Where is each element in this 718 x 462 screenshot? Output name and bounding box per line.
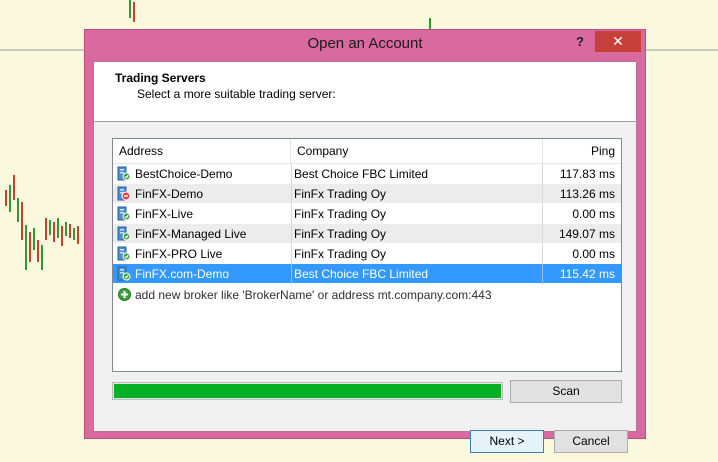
cell-address: FinFX-PRO Live — [135, 247, 223, 261]
cell-ping: 115.42 ms — [559, 267, 615, 281]
column-header-row: Address Company Ping — [113, 139, 621, 164]
cancel-button[interactable]: Cancel — [554, 430, 628, 453]
server-list[interactable]: Address Company Ping BestChoice-Demo Best… — [112, 138, 622, 372]
server-ok-icon — [117, 246, 131, 261]
cell-company: FinFx Trading Oy — [294, 207, 387, 221]
cell-company: Best Choice FBC Limited — [294, 267, 429, 281]
server-ok-icon — [117, 266, 131, 281]
cell-company: FinFx Trading Oy — [294, 187, 387, 201]
column-header-company[interactable]: Company — [291, 139, 543, 163]
table-row[interactable]: FinFX-Live FinFx Trading Oy 0.00 ms — [113, 204, 621, 224]
server-ok-icon — [117, 226, 131, 241]
header-title: Trading Servers — [115, 71, 206, 85]
dialog-title: Open an Account — [307, 35, 423, 52]
server-ok-icon — [117, 166, 131, 181]
table-row[interactable]: BestChoice-Demo Best Choice FBC Limited 11… — [113, 164, 621, 184]
help-button[interactable]: ? — [569, 32, 591, 52]
cell-company: FinFx Trading Oy — [294, 247, 387, 261]
close-button[interactable]: ✕ — [595, 31, 641, 52]
next-button[interactable]: Next > — [470, 430, 544, 453]
scan-button[interactable]: Scan — [510, 380, 622, 403]
table-row[interactable]: FinFX.com-Demo Best Choice FBC Limited 115… — [113, 264, 621, 284]
header-subtitle: Select a more suitable trading server: — [137, 87, 336, 101]
table-row[interactable]: FinFX-PRO Live FinFx Trading Oy 0.00 ms — [113, 244, 621, 264]
scan-progress-fill — [114, 384, 501, 398]
header-panel: Trading Servers Select a more suitable t… — [94, 62, 636, 122]
add-icon — [118, 288, 131, 301]
cell-ping: 0.00 ms — [572, 207, 615, 221]
cell-ping: 0.00 ms — [572, 247, 615, 261]
column-header-ping[interactable]: Ping — [543, 139, 621, 163]
cell-address: FinFX-Demo — [135, 187, 204, 201]
open-account-dialog: Open an Account ? ✕ Trading Servers Sele… — [84, 29, 646, 453]
cell-address: FinFX-Live — [135, 207, 194, 221]
cell-ping: 149.07 ms — [558, 227, 615, 241]
cell-address: BestChoice-Demo — [135, 167, 233, 181]
dialog-body: Trading Servers Select a more suitable t… — [93, 61, 637, 453]
table-row[interactable]: FinFX-Demo FinFx Trading Oy 113.26 ms — [113, 184, 621, 204]
cell-ping: 117.83 ms — [559, 167, 615, 181]
add-broker-row[interactable]: add new broker like 'BrokerName' or addr… — [113, 285, 621, 305]
cell-address: FinFX.com-Demo — [135, 267, 230, 281]
column-header-address[interactable]: Address — [113, 139, 291, 163]
cell-ping: 113.26 ms — [559, 187, 615, 201]
add-broker-text: add new broker like 'BrokerName' or addr… — [135, 288, 492, 302]
scan-progress-bar — [112, 382, 503, 400]
server-error-icon — [117, 186, 131, 201]
table-row[interactable]: FinFX-Managed Live FinFx Trading Oy 149.07… — [113, 224, 621, 244]
title-bar[interactable]: Open an Account ? ✕ — [85, 30, 645, 59]
cell-company: Best Choice FBC Limited — [294, 167, 429, 181]
server-ok-icon — [117, 206, 131, 221]
cell-address: FinFX-Managed Live — [135, 227, 247, 241]
cell-company: FinFx Trading Oy — [294, 227, 387, 241]
